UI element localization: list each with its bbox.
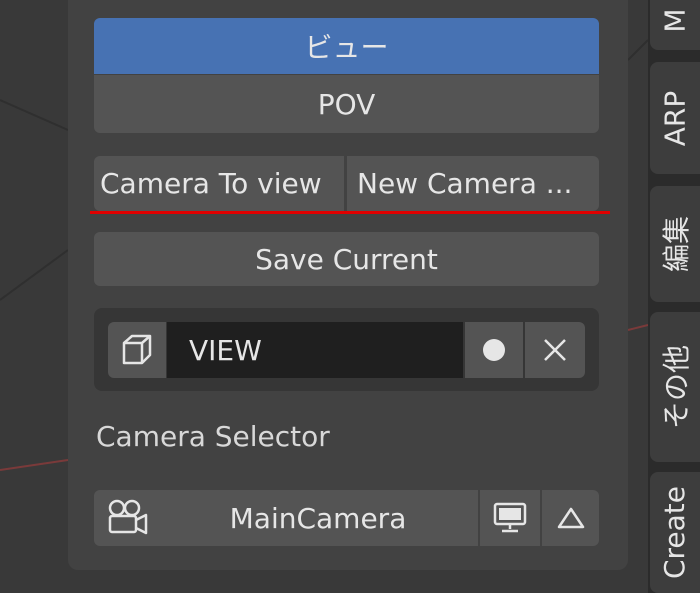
camera-select-dropdown[interactable]: MainCamera <box>158 490 478 546</box>
camera-icon[interactable] <box>94 490 158 546</box>
monitor-icon[interactable] <box>480 490 540 546</box>
triangle-up-icon[interactable] <box>542 490 599 546</box>
close-icon[interactable] <box>525 322 585 378</box>
save-current-button[interactable]: Save Current <box>94 232 599 286</box>
view-mode-button[interactable]: ビュー <box>94 18 599 74</box>
tab-label: M <box>658 7 692 33</box>
camera-selector-label: Camera Selector <box>96 420 330 453</box>
tab-label: ARP <box>658 90 692 146</box>
annotation-underline <box>90 211 610 214</box>
tab-label: その他 <box>660 344 694 430</box>
pov-mode-button[interactable]: POV <box>94 75 599 133</box>
new-camera-button[interactable]: New Camera ... <box>347 156 599 211</box>
camera-to-view-button[interactable]: Camera To view <box>94 156 344 211</box>
tab-other[interactable]: その他 <box>650 312 700 462</box>
tab-m[interactable]: M <box>650 0 700 50</box>
tab-create[interactable]: Create <box>650 472 700 593</box>
tab-edit[interactable]: 編集 <box>650 186 700 302</box>
tab-label: 編集 <box>660 215 694 273</box>
dot-icon[interactable] <box>465 322 523 378</box>
tab-label: Create <box>658 485 692 580</box>
view-name-field[interactable]: VIEW <box>167 322 463 378</box>
cube-icon[interactable] <box>108 322 166 378</box>
tab-arp[interactable]: ARP <box>650 62 700 174</box>
